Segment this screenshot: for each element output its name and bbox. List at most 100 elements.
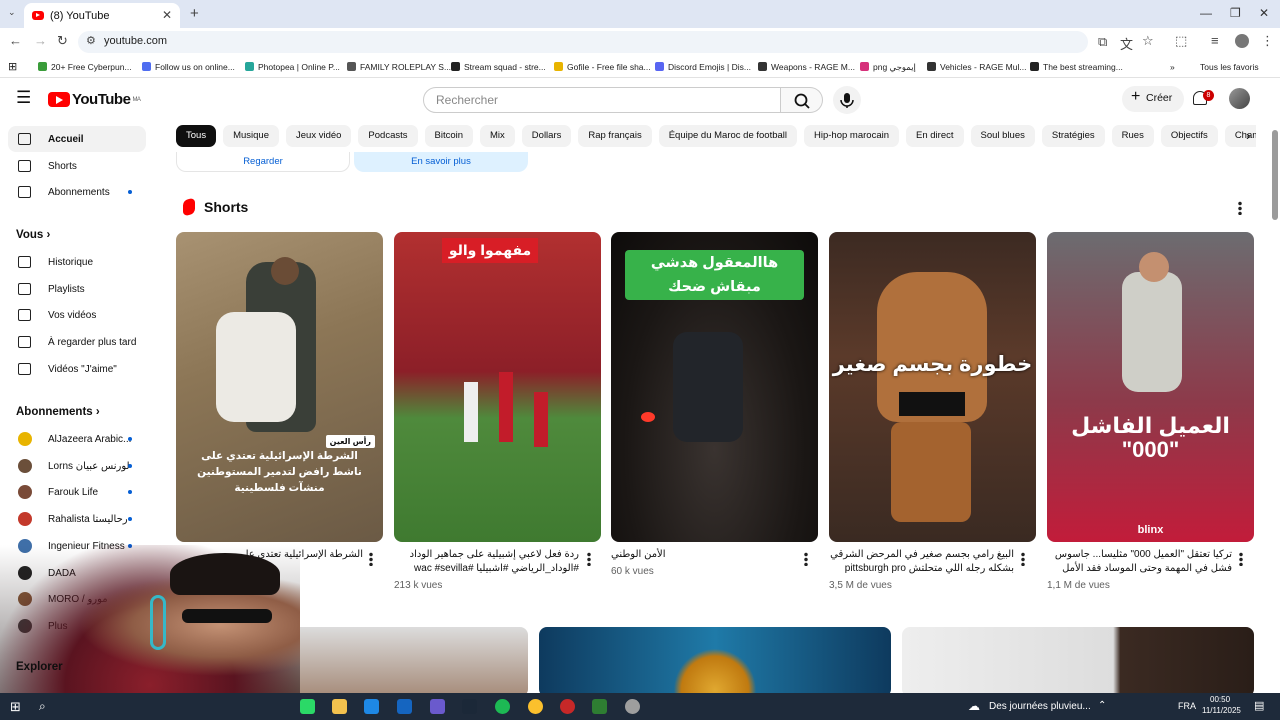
language-indicator[interactable]: FRA: [1178, 701, 1196, 711]
bookmark-item[interactable]: Discord Emojis | Dis...: [655, 62, 751, 72]
filter-chip[interactable]: Stratégies: [1041, 125, 1105, 147]
filter-chip[interactable]: Musique: [223, 125, 279, 147]
clock-time[interactable]: 00:50: [1210, 695, 1230, 704]
sidebar-item-channel[interactable]: AlJazeera Arabic...: [8, 426, 146, 452]
search-button[interactable]: [781, 87, 823, 113]
video-thumbnail[interactable]: [902, 627, 1254, 697]
filter-chip[interactable]: Tous: [176, 125, 217, 147]
short-card[interactable]: رأس العين الشرطة الإسرائيلية تعتدي على ن…: [176, 232, 383, 542]
url-field[interactable]: ⚙ youtube.com ⧉ 文 ☆: [78, 31, 1154, 53]
reload-icon[interactable]: ↻: [57, 33, 68, 49]
windows-start-icon[interactable]: ⊞: [10, 699, 21, 715]
filter-chip[interactable]: Bitcoin: [424, 125, 474, 147]
forward-icon[interactable]: →: [34, 33, 47, 48]
sidebar-item-subscriptions[interactable]: Abonnements: [8, 179, 146, 205]
short-more-icon[interactable]: [804, 552, 808, 566]
reading-list-icon[interactable]: ≡: [1211, 33, 1219, 48]
apps-grid-icon[interactable]: ⊞: [8, 60, 17, 73]
close-window-icon[interactable]: ✕: [1259, 6, 1269, 20]
account-avatar[interactable]: [1229, 88, 1250, 109]
install-icon[interactable]: ⧉: [1098, 34, 1107, 50]
tab-search-icon[interactable]: ⌄: [8, 7, 16, 18]
filter-chip[interactable]: Mix: [480, 125, 515, 147]
sidebar-item-channel[interactable]: Lorns لورنس عبيان: [8, 453, 146, 479]
filter-chip[interactable]: Jeux vidéo: [286, 125, 352, 147]
short-card[interactable]: مفهموا والو: [394, 232, 601, 542]
sidebar-item-shorts[interactable]: Shorts: [8, 153, 146, 179]
filter-chip[interactable]: Championnats: [1224, 125, 1256, 147]
short-more-icon[interactable]: [1239, 552, 1243, 566]
clock-date[interactable]: 11/11/2025: [1202, 706, 1241, 715]
close-tab-icon[interactable]: ✕: [162, 8, 172, 22]
profile-avatar[interactable]: [1235, 34, 1249, 48]
bookmark-item[interactable]: Weapons - RAGE M...: [758, 62, 855, 72]
bookmark-item[interactable]: Stream squad - stre...: [451, 62, 546, 72]
sidebar-item-history[interactable]: Historique: [8, 249, 146, 275]
sidebar-item-your-videos[interactable]: Vos vidéos: [8, 302, 146, 328]
filter-chip[interactable]: Hip-hop marocain: [804, 125, 899, 147]
video-thumbnail[interactable]: [539, 627, 891, 697]
file-explorer-icon[interactable]: [332, 699, 347, 714]
bookmark-item[interactable]: 20+ Free Cyberpun...: [38, 62, 132, 72]
search-input[interactable]: Rechercher: [423, 87, 781, 113]
short-card[interactable]: هاالمعقول هدشي مبقاش ضحك: [611, 232, 818, 542]
page-scrollbar[interactable]: [1272, 130, 1278, 220]
tray-chevron-icon[interactable]: ⌃: [1098, 700, 1106, 711]
spotify-icon[interactable]: [495, 699, 510, 714]
filter-chip[interactable]: Rap français: [578, 125, 652, 147]
maximize-icon[interactable]: ❐: [1230, 6, 1241, 20]
extensions-icon[interactable]: ⬚: [1175, 33, 1187, 49]
chips-next-icon[interactable]: ›: [1246, 128, 1250, 143]
filter-chip[interactable]: Soul blues: [970, 125, 1035, 147]
learn-more-button[interactable]: En savoir plus: [354, 152, 528, 172]
minimize-icon[interactable]: —: [1200, 6, 1212, 20]
sidebar-item-home[interactable]: Accueil: [8, 126, 146, 152]
short-more-icon[interactable]: [587, 552, 591, 566]
bookmarks-overflow-icon[interactable]: »: [1170, 62, 1175, 72]
voice-search-button[interactable]: [833, 86, 861, 114]
you-heading[interactable]: Vous ›: [16, 229, 50, 241]
app-icon[interactable]: [625, 699, 640, 714]
filter-chip[interactable]: Rues: [1111, 125, 1154, 147]
short-more-icon[interactable]: [369, 552, 373, 566]
app-icon[interactable]: [300, 699, 315, 714]
bookmark-item[interactable]: The best streaming...: [1030, 62, 1123, 72]
menu-dots-icon[interactable]: ⋮: [1261, 33, 1274, 49]
short-title[interactable]: تركيا تعتقل "العميل 000" مثليسا... جاسوس…: [1047, 548, 1232, 576]
translate-icon[interactable]: 文: [1120, 34, 1133, 53]
short-title[interactable]: ردة فعل لاعبي إشبيلية على جماهير الوداد …: [394, 548, 579, 576]
all-bookmarks-button[interactable]: Tous les favoris: [1200, 62, 1259, 72]
subscriptions-heading[interactable]: Abonnements ›: [16, 406, 100, 418]
back-icon[interactable]: ←: [9, 33, 22, 48]
app-icon[interactable]: [592, 699, 607, 714]
bookmark-item[interactable]: png إيموجي: [860, 62, 916, 73]
youtube-logo[interactable]: YouTube MA: [48, 91, 141, 108]
filter-chip[interactable]: En direct: [906, 125, 964, 147]
taskbar-search-icon[interactable]: ⌕: [39, 699, 46, 714]
filter-chip[interactable]: Objectifs: [1160, 125, 1218, 147]
bookmark-item[interactable]: Photopea | Online P...: [245, 62, 340, 72]
app-icon[interactable]: [430, 699, 445, 714]
store-icon[interactable]: [364, 699, 379, 714]
bookmark-item[interactable]: Vehicles - RAGE Mul...: [927, 62, 1026, 72]
short-title[interactable]: البيغ رامي بجسم صغير في المرحض الشرقي بش…: [829, 548, 1014, 576]
short-title[interactable]: الأمن الوطني: [611, 548, 796, 562]
hamburger-menu-icon[interactable]: ☰: [16, 88, 31, 108]
section-more-icon[interactable]: [1238, 201, 1242, 215]
mail-icon[interactable]: [397, 699, 412, 714]
site-info-icon[interactable]: ⚙: [86, 34, 96, 47]
bookmark-item[interactable]: FAMILY ROLEPLAY S...: [347, 62, 451, 72]
notifications-center-icon[interactable]: ▤: [1254, 699, 1264, 712]
bookmark-star-icon[interactable]: ☆: [1142, 33, 1154, 49]
chrome-icon[interactable]: [528, 699, 543, 714]
create-button[interactable]: Créer: [1122, 86, 1184, 112]
filter-chip[interactable]: Équipe du Maroc de football: [658, 125, 798, 147]
weather-text[interactable]: Des journées pluvieu...: [989, 701, 1091, 712]
new-tab-button[interactable]: +: [190, 5, 199, 22]
sidebar-item-channel[interactable]: Farouk Life: [8, 479, 146, 505]
bookmark-item[interactable]: Follow us on online...: [142, 62, 235, 72]
filter-chip[interactable]: Podcasts: [358, 125, 418, 147]
steam-icon[interactable]: [462, 699, 477, 714]
sidebar-item-channel[interactable]: Rahalista رحاليستا: [8, 506, 146, 532]
short-more-icon[interactable]: [1021, 552, 1025, 566]
